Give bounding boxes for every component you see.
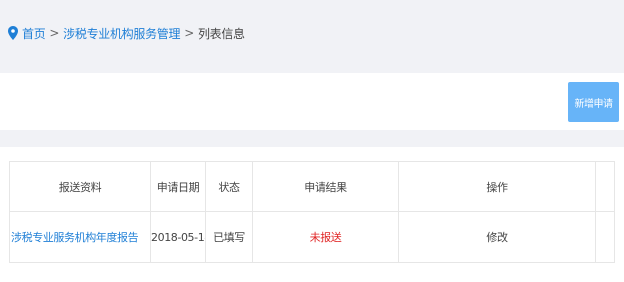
- toolbar: 新增申请: [0, 73, 624, 130]
- breadcrumb-separator: >: [184, 26, 194, 40]
- result-badge: 未报送: [309, 231, 342, 244]
- column-header-status: 状态: [205, 161, 253, 212]
- document-cell: 涉税专业服务机构年度报告: [9, 211, 151, 263]
- action-cell: 修改: [398, 211, 596, 263]
- column-header-date: 申请日期: [150, 161, 206, 212]
- spacer-cell: [595, 211, 615, 263]
- table-row: 涉税专业服务机构年度报告 2018-05-14 已填写 未报送 修改: [9, 211, 615, 263]
- edit-link[interactable]: 修改: [486, 231, 508, 244]
- result-cell: 未报送: [252, 211, 399, 263]
- column-header-spacer: [595, 161, 615, 212]
- table-header-row: 报送资料 申请日期 状态 申请结果 操作: [9, 161, 615, 212]
- breadcrumb-section-link[interactable]: 涉税专业机构服务管理: [63, 25, 180, 42]
- date-cell: 2018-05-14: [150, 211, 206, 263]
- application-table: 报送资料 申请日期 状态 申请结果 操作 涉税专业服务机构年度报告 2018-0…: [9, 161, 615, 263]
- breadcrumb-separator: >: [49, 26, 60, 40]
- location-pin-icon: [8, 26, 18, 40]
- list-panel: 报送资料 申请日期 状态 申请结果 操作 涉税专业服务机构年度报告 2018-0…: [0, 147, 624, 282]
- status-cell: 已填写: [205, 211, 253, 263]
- breadcrumb: 首页 > 涉税专业机构服务管理 > 列表信息: [8, 24, 245, 42]
- breadcrumb-current: 列表信息: [197, 26, 245, 41]
- document-link[interactable]: 涉税专业服务机构年度报告: [11, 231, 139, 244]
- add-application-button[interactable]: 新增申请: [568, 82, 619, 122]
- breadcrumb-home-link[interactable]: 首页: [22, 25, 46, 42]
- column-header-result: 申请结果: [252, 161, 399, 212]
- column-header-action: 操作: [398, 161, 596, 212]
- column-header-document: 报送资料: [9, 161, 151, 212]
